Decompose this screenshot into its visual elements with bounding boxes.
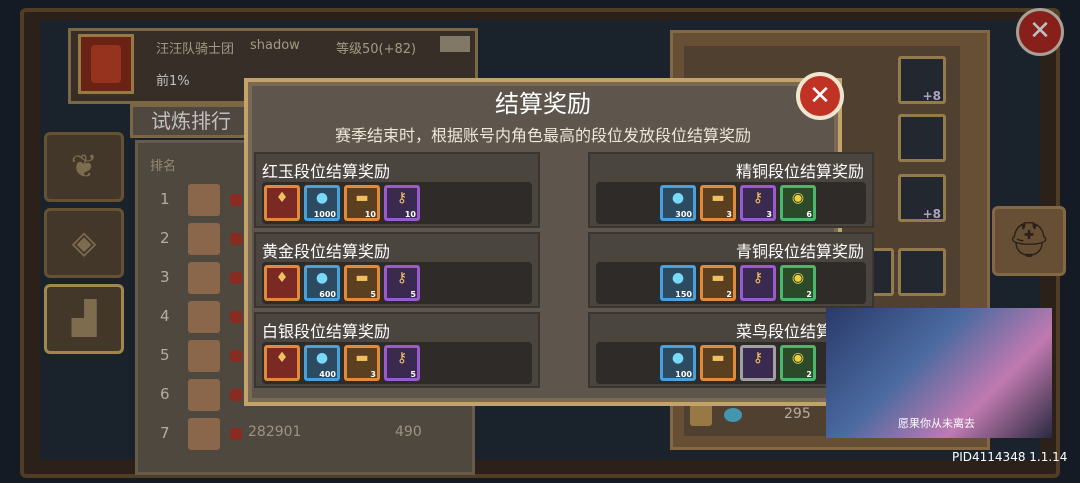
reward-item[interactable]: ⚷ 10 [384,185,420,221]
reward-item[interactable]: ● 1000 [304,185,340,221]
item-quantity: 400 [319,370,336,379]
dialog-subtitle: 赛季结束时，根据账号内角色最高的段位发放段位结算奖励 [334,126,751,145]
reward-tier: 白银段位结算奖励 ♦ ● 400 ▬ 3 ⚷ 5 [254,312,540,388]
crystal-icon: ● [315,190,329,206]
item-quantity: 2 [806,370,812,379]
reward-tier: 精铜段位结算奖励 ● 300 ▬ 3 ⚷ 3 ◉ 6 [588,152,874,228]
reward-item[interactable]: ▬ 10 [344,185,380,221]
crystal-icon: ● [671,190,685,206]
reward-item[interactable]: ● 100 [660,345,696,381]
key-icon: ⚷ [396,190,408,206]
reward-item[interactable]: ♦ [264,185,300,221]
item-quantity: 5 [410,370,416,379]
item-quantity: 2 [806,290,812,299]
coin-icon: ◉ [791,350,805,366]
key-icon: ⚷ [752,270,764,286]
reward-item[interactable]: ⚷ [740,265,776,301]
coin-icon: ◉ [791,270,805,286]
reward-item[interactable]: ♦ [264,265,300,301]
chest-icon: ♦ [275,190,289,206]
build-id: PID4114348 1.1.14 [952,450,1068,464]
chest-icon: ♦ [275,270,289,286]
coin-icon: ◉ [791,190,805,206]
ticket-icon: ▬ [355,190,369,206]
reward-item[interactable]: ▬ [700,345,736,381]
crystal-icon: ● [671,270,685,286]
tier-label: 红玉段位结算奖励 [262,162,391,181]
video-caption: 愿果你从未离去 [898,417,975,430]
item-quantity: 3 [370,370,376,379]
item-quantity: 150 [675,290,692,299]
item-quantity: 100 [675,370,692,379]
item-quantity: 5 [410,290,416,299]
tier-label: 黄金段位结算奖励 [262,242,391,261]
item-quantity: 2 [726,290,732,299]
reward-item[interactable]: ● 400 [304,345,340,381]
chest-icon: ♦ [275,350,289,366]
item-quantity: 3 [726,210,732,219]
reward-item[interactable]: ● 300 [660,185,696,221]
reward-tier: 红玉段位结算奖励 ♦ ● 1000 ▬ 10 ⚷ 10 [254,152,540,228]
item-quantity: 10 [404,210,416,219]
reward-item[interactable]: ▬ 3 [700,185,736,221]
ticket-icon: ▬ [711,270,725,286]
ticket-icon: ▬ [355,270,369,286]
tier-label: 白银段位结算奖励 [262,322,391,341]
item-quantity: 600 [319,290,336,299]
reward-tier: 青铜段位结算奖励 ● 150 ▬ 2 ⚷ ◉ 2 [588,232,874,308]
crystal-icon: ● [315,270,329,286]
reward-tier: 黄金段位结算奖励 ♦ ● 600 ▬ 5 ⚷ 5 [254,232,540,308]
reward-item[interactable]: ◉ 6 [780,185,816,221]
key-icon: ⚷ [752,350,764,366]
ticket-icon: ▬ [711,350,725,366]
crystal-icon: ● [671,350,685,366]
reward-item[interactable]: ⚷ 3 [740,185,776,221]
dialog-close-button[interactable]: ✕ [796,72,844,120]
reward-item[interactable]: ◉ 2 [780,345,816,381]
item-quantity: 1000 [313,210,336,219]
reward-item[interactable]: ⚷ 5 [384,345,420,381]
close-icon: ✕ [809,81,831,111]
key-icon: ⚷ [396,350,408,366]
reward-item[interactable]: ▬ 5 [344,265,380,301]
item-quantity: 300 [675,210,692,219]
reward-item[interactable]: ▬ 2 [700,265,736,301]
reward-item[interactable]: ● 600 [304,265,340,301]
reward-item[interactable]: ♦ [264,345,300,381]
item-quantity: 10 [364,210,376,219]
reward-item[interactable]: ⚷ [740,345,776,381]
item-quantity: 5 [370,290,376,299]
tier-label: 青铜段位结算奖励 [735,242,864,261]
crystal-icon: ● [315,350,329,366]
reward-item[interactable]: ▬ 3 [344,345,380,381]
item-quantity: 6 [806,210,812,219]
reward-item[interactable]: ⚷ 5 [384,265,420,301]
reward-item[interactable]: ● 150 [660,265,696,301]
ticket-icon: ▬ [711,190,725,206]
key-icon: ⚷ [752,190,764,206]
item-quantity: 3 [766,210,772,219]
dialog-title: 结算奖励 [495,90,591,118]
tier-label: 精铜段位结算奖励 [735,162,864,181]
reward-item[interactable]: ◉ 2 [780,265,816,301]
ticket-icon: ▬ [355,350,369,366]
key-icon: ⚷ [396,270,408,286]
